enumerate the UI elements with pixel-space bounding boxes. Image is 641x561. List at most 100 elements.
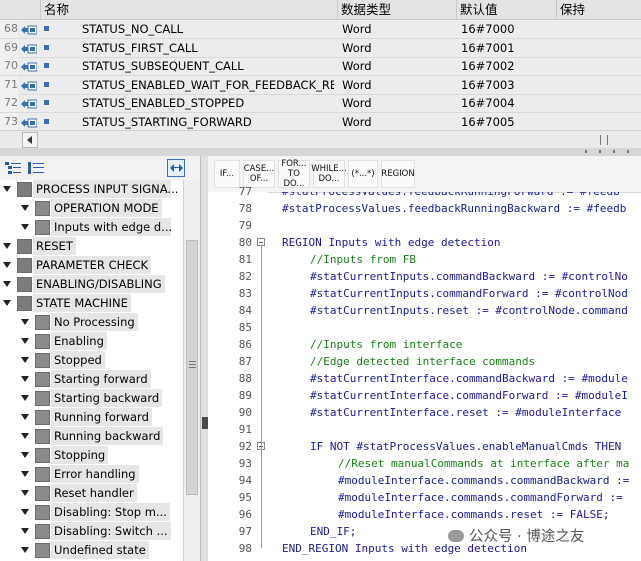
- code-area[interactable]: #statProcessValues.feedbackRunningForwar…: [282, 192, 641, 561]
- code-line[interactable]: #moduleInterface.commands.commandBackwar…: [338, 472, 629, 489]
- expand-arrow-icon[interactable]: [21, 452, 29, 458]
- insert-for-button[interactable]: FOR... TO DO...: [278, 159, 310, 189]
- expand-arrow-icon[interactable]: [21, 395, 29, 401]
- cell-name[interactable]: STATUS_NO_CALL: [82, 20, 334, 38]
- column-header-default[interactable]: 默认值: [456, 0, 556, 19]
- tree-node[interactable]: Stopping: [0, 446, 182, 465]
- code-line[interactable]: #statCurrentInputs.commandForward := #co…: [310, 285, 628, 302]
- cell-name[interactable]: STATUS_STARTING_FORWARD: [82, 113, 334, 131]
- code-line[interactable]: #statProcessValues.feedbackRunningBackwa…: [282, 200, 626, 217]
- code-line[interactable]: #statCurrentInputs.reset := #controlNode…: [310, 302, 628, 319]
- tree-node[interactable]: Reset handler: [0, 484, 182, 503]
- tree-node[interactable]: ENABLING/DISABLING: [0, 275, 182, 294]
- expand-arrow-icon[interactable]: [3, 243, 11, 249]
- table-row[interactable]: 73 STATUS_STARTING_FORWARD Word 16#7005: [0, 112, 641, 132]
- code-line[interactable]: #moduleInterface.commands.reset := FALSE…: [338, 506, 610, 523]
- table-row[interactable]: 72 STATUS_ENABLED_STOPPED Word 16#7004: [0, 94, 641, 113]
- insert-while-button[interactable]: WHILE... DO...: [311, 160, 347, 188]
- fold-toggle-icon[interactable]: [257, 238, 265, 246]
- tree-node[interactable]: OPERATION MODE: [0, 199, 182, 218]
- cell-name[interactable]: STATUS_SUBSEQUENT_CALL: [82, 57, 334, 75]
- tree-node[interactable]: Running backward: [0, 427, 182, 446]
- collapse-all-icon[interactable]: [28, 162, 44, 174]
- expand-arrow-icon[interactable]: [21, 224, 29, 230]
- tree-node[interactable]: STATE MACHINE: [0, 294, 182, 313]
- cell-default-value[interactable]: 16#7002: [461, 57, 551, 75]
- cell-default-value[interactable]: 16#7004: [461, 94, 551, 112]
- tree-node[interactable]: RESET: [0, 237, 182, 256]
- code-line[interactable]: //Inputs from interface: [310, 336, 462, 353]
- tree-node[interactable]: Stopped: [0, 351, 182, 370]
- table-row[interactable]: 71 STATUS_ENABLED_WAIT_FOR_FEEDBACK_REA..…: [0, 75, 641, 95]
- cell-name[interactable]: STATUS_ENABLED_WAIT_FOR_FEEDBACK_REA...: [82, 76, 334, 94]
- code-line[interactable]: //Inputs from FB: [310, 251, 416, 268]
- sync-view-icon[interactable]: [167, 159, 185, 177]
- expand-arrow-icon[interactable]: [21, 528, 29, 534]
- tree-node[interactable]: Starting backward: [0, 389, 182, 408]
- cell-datatype[interactable]: Word: [342, 57, 452, 75]
- tree-node[interactable]: Running forward: [0, 408, 182, 427]
- code-line[interactable]: #statCurrentInterface.commandForward := …: [310, 387, 628, 404]
- expand-arrow-icon[interactable]: [21, 547, 29, 553]
- cell-name[interactable]: STATUS_ENABLED_STOPPED: [82, 94, 334, 112]
- cell-datatype[interactable]: Word: [342, 20, 452, 38]
- tree-node[interactable]: Undefined state: [0, 541, 182, 560]
- cell-default-value[interactable]: 16#7001: [461, 39, 551, 57]
- expand-arrow-icon[interactable]: [21, 471, 29, 477]
- expand-arrow-icon[interactable]: [3, 262, 11, 268]
- expand-arrow-icon[interactable]: [21, 319, 29, 325]
- expand-all-icon[interactable]: [5, 162, 21, 174]
- cell-datatype[interactable]: Word: [342, 94, 452, 112]
- expand-arrow-icon[interactable]: [21, 433, 29, 439]
- expand-arrow-icon[interactable]: [3, 186, 11, 192]
- expand-arrow-icon[interactable]: [21, 338, 29, 344]
- code-line[interactable]: REGION Inputs with edge detection: [282, 234, 501, 251]
- cell-datatype[interactable]: Word: [342, 113, 452, 131]
- expand-arrow-icon[interactable]: [3, 300, 11, 306]
- tree-node[interactable]: Disabling: Switch ...: [0, 522, 182, 541]
- code-line[interactable]: #statCurrentInputs.commandBackward := #c…: [310, 268, 628, 285]
- tree-node[interactable]: Starting forward: [0, 370, 182, 389]
- table-row[interactable]: 68 STATUS_NO_CALL Word 16#7000: [0, 20, 641, 39]
- table-row[interactable]: 70 STATUS_SUBSEQUENT_CALL Word 16#7002: [0, 57, 641, 76]
- column-header-retain[interactable]: 保持: [556, 0, 641, 19]
- cell-datatype[interactable]: Word: [342, 39, 452, 57]
- expand-arrow-icon[interactable]: [21, 205, 29, 211]
- code-line[interactable]: #statProcessValues.feedbackRunningForwar…: [282, 192, 620, 200]
- expand-arrow-icon[interactable]: [21, 509, 29, 515]
- table-row[interactable]: 69 STATUS_FIRST_CALL Word 16#7001: [0, 38, 641, 58]
- code-line[interactable]: #statCurrentInterface.reset := #moduleIn…: [310, 404, 621, 421]
- tree-node[interactable]: PARAMETER CHECK: [0, 256, 182, 275]
- tree-node[interactable]: Error handling: [0, 465, 182, 484]
- tree-node[interactable]: PROCESS INPUT SIGNA...: [0, 180, 182, 199]
- scrollbar-thumb[interactable]: [186, 240, 198, 495]
- insert-region-button[interactable]: REGION: [381, 160, 415, 188]
- code-line[interactable]: //Reset manualCommands at interface afte…: [338, 455, 629, 472]
- code-line[interactable]: IF NOT #statProcessValues.enableManualCm…: [310, 438, 621, 455]
- tree-node[interactable]: No Processing: [0, 313, 182, 332]
- tree-node[interactable]: Disabling: Stop m...: [0, 503, 182, 522]
- navigator-vertical-scrollbar[interactable]: [183, 180, 201, 561]
- code-line[interactable]: #statCurrentInterface.commandBackward :=…: [310, 370, 628, 387]
- code-line[interactable]: #moduleInterface.commands.commandForward…: [338, 489, 623, 506]
- scroll-left-arrow-icon[interactable]: [22, 132, 38, 148]
- column-header-name[interactable]: 名称: [40, 0, 337, 19]
- column-splitter-icon[interactable]: [600, 135, 608, 145]
- expand-arrow-icon[interactable]: [21, 357, 29, 363]
- column-header-datatype[interactable]: 数据类型: [337, 0, 456, 19]
- expand-arrow-icon[interactable]: [21, 414, 29, 420]
- cell-default-value[interactable]: 16#7005: [461, 113, 551, 131]
- tree-node[interactable]: Enabling: [0, 332, 182, 351]
- insert-comment-button[interactable]: (*...*): [348, 160, 378, 188]
- cell-datatype[interactable]: Word: [342, 76, 452, 94]
- expand-arrow-icon[interactable]: [3, 281, 11, 287]
- cell-default-value[interactable]: 16#7000: [461, 20, 551, 38]
- cell-name[interactable]: STATUS_FIRST_CALL: [82, 39, 334, 57]
- tree-node[interactable]: Inputs with edge d...: [0, 218, 182, 237]
- cell-default-value[interactable]: 16#7003: [461, 76, 551, 94]
- expand-arrow-icon[interactable]: [21, 490, 29, 496]
- code-line[interactable]: //Edge detected interface commands: [310, 353, 535, 370]
- expand-arrow-icon[interactable]: [21, 376, 29, 382]
- code-line[interactable]: END_IF;: [310, 523, 356, 540]
- table-horizontal-scrollbar[interactable]: [0, 130, 641, 149]
